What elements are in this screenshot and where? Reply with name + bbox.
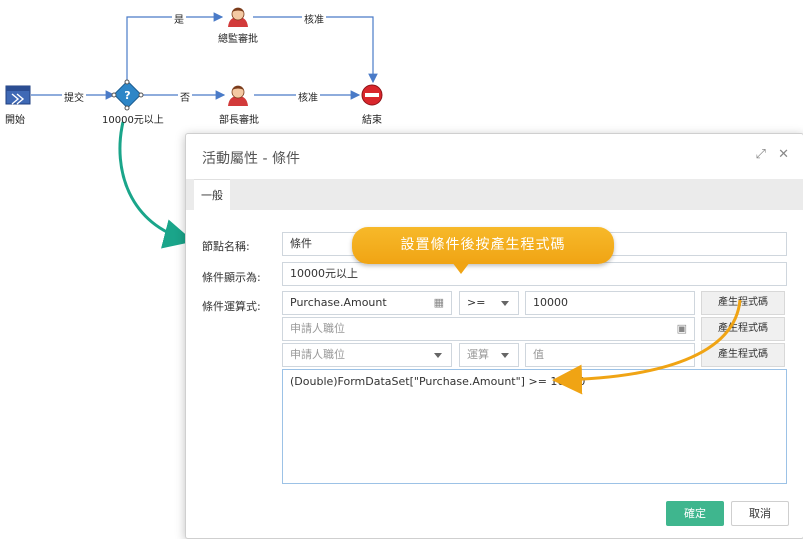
display-label: 條件顯示為: <box>202 271 261 284</box>
operator-select-2[interactable]: 運算 <box>459 343 519 367</box>
condition-value-placeholder-2: 值 <box>533 348 544 361</box>
condition-value-input-1[interactable]: 10000 <box>525 291 695 315</box>
flow-connectors <box>31 12 378 100</box>
display-field[interactable]: 10000元以上 <box>282 262 787 286</box>
edge-gm-end <box>253 16 378 84</box>
display-value: 10000元以上 <box>290 267 358 280</box>
applicant-position-select[interactable]: 申請人職位 <box>282 343 452 367</box>
callout-tail <box>452 262 470 274</box>
expression-label: 條件運算式: <box>202 300 261 313</box>
gateway-icon: ? <box>111 79 144 111</box>
end-label: 結束 <box>362 115 382 126</box>
close-icon[interactable]: ✕ <box>778 147 789 162</box>
end-node-icon <box>361 84 383 106</box>
operator-select-1[interactable]: >= <box>459 291 519 315</box>
applicant-position-select-placeholder: 申請人職位 <box>290 348 345 361</box>
edge-gateway-gm <box>126 12 224 82</box>
dept-approval-label: 部長審批 <box>219 115 259 126</box>
approve-top-edge-label: 核准 <box>302 11 326 26</box>
chevron-down-icon <box>434 353 442 358</box>
gm-person-icon <box>228 7 248 27</box>
guide-arrow-green <box>118 121 194 249</box>
chevron-down-icon <box>501 301 509 306</box>
approve-bottom-edge-label: 核准 <box>296 89 320 104</box>
gm-approval-label: 總監審批 <box>218 34 258 45</box>
start-label: 開始 <box>5 115 25 126</box>
tab-general[interactable]: 一般 <box>194 179 230 212</box>
expression-text: (Double)FormDataSet["Purchase.Amount"] >… <box>290 375 586 388</box>
node-name-value: 條件 <box>290 237 312 250</box>
table-icon[interactable]: ▦ <box>434 292 444 314</box>
yes-edge-label: 是 <box>172 11 186 26</box>
id-card-icon[interactable]: ▣ <box>677 318 687 340</box>
svg-text:?: ? <box>124 89 130 102</box>
dept-person-icon <box>228 85 248 106</box>
condition-properties-dialog: 活動屬性 - 條件 ⤢ ✕ 一般 節點名稱: 條件 條件顯示為: 10000元以… <box>185 133 803 539</box>
operator-value-1: >= <box>467 296 486 309</box>
condition-value-input-2[interactable]: 值 <box>525 343 695 367</box>
expression-textarea[interactable]: (Double)FormDataSet["Purchase.Amount"] >… <box>282 369 787 484</box>
applicant-position-field[interactable]: 申請人職位 ▣ <box>282 317 695 341</box>
ok-button[interactable]: 確定 <box>666 501 724 526</box>
submit-edge-label: 提交 <box>62 89 86 104</box>
generate-code-button-2[interactable]: 產生程式碼 <box>701 317 785 341</box>
maximize-icon[interactable]: ⤢ <box>756 147 766 162</box>
generate-code-button-3[interactable]: 產生程式碼 <box>701 343 785 367</box>
gateway-label: 10000元以上 <box>102 115 164 126</box>
start-node-icon <box>5 85 31 105</box>
tab-bar: 一般 <box>186 179 803 212</box>
instruction-callout: 設置條件後按產生程式碼 <box>352 227 614 264</box>
chevron-down-icon <box>501 353 509 358</box>
node-name-label: 節點名稱: <box>202 240 250 253</box>
cancel-button[interactable]: 取消 <box>731 501 789 526</box>
applicant-position-placeholder: 申請人職位 <box>290 322 345 335</box>
dialog-title: 活動屬性 - 條件 <box>202 151 300 167</box>
no-edge-label: 否 <box>178 89 192 104</box>
condition-field-select-1[interactable]: Purchase.Amount ▦ <box>282 291 452 315</box>
condition-field-value-1: Purchase.Amount <box>290 296 387 309</box>
operator-placeholder-2: 運算 <box>467 348 489 361</box>
generate-code-button-1[interactable]: 產生程式碼 <box>701 291 785 315</box>
condition-value-1: 10000 <box>533 296 568 309</box>
